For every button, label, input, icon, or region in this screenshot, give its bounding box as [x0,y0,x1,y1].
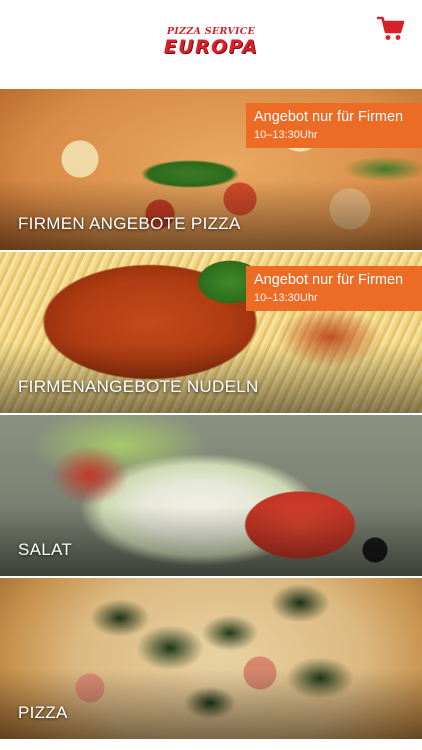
category-tile-firmen-angebote-pizza[interactable]: Angebot nur für Firmen 10–13:30Uhr FIRME… [0,89,422,252]
pizza-service-europa-logo[interactable]: PIZZA SERVICE EUROPA [162,26,260,60]
offer-badge-time: 10–13:30Uhr [254,292,318,304]
shopping-cart-icon[interactable] [376,16,405,42]
offer-badge: Angebot nur für Firmen 10–13:30Uhr [246,103,422,148]
offer-badge: Angebot nur für Firmen 10–13:30Uhr [246,266,422,311]
category-title: FIRMEN ANGEBOTE PIZZA [18,214,241,233]
offer-badge-time: 10–13:30Uhr [254,129,318,141]
category-tile-firmenangebote-nudeln[interactable]: Angebot nur für Firmen 10–13:30Uhr FIRME… [0,252,422,415]
logo-main-text: EUROPA [163,36,259,58]
category-title: PIZZA [18,703,68,722]
category-title: SALAT [18,540,73,559]
app-header: PIZZA SERVICE EUROPA [0,0,422,89]
offer-badge-title: Angebot nur für Firmen [254,109,404,125]
category-title: FIRMENANGEBOTE NUDELN [18,377,259,396]
category-tile-pizza[interactable]: PIZZA [0,578,422,741]
category-tile-salat[interactable]: SALAT [0,415,422,578]
category-list: Angebot nur für Firmen 10–13:30Uhr FIRME… [0,89,422,741]
offer-badge-title: Angebot nur für Firmen [254,272,404,288]
